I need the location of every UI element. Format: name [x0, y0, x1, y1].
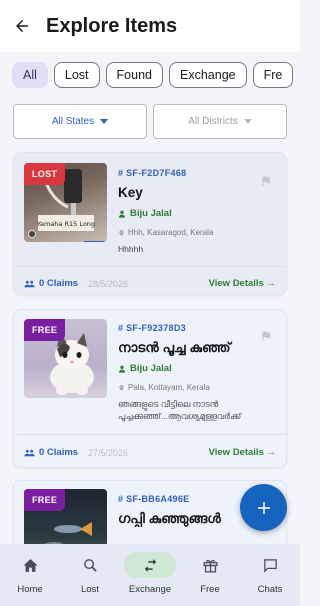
owner[interactable]: Biju Jalal [118, 208, 172, 219]
item-id: # SF-F92378D3 [118, 323, 186, 333]
status-badge: FREE [24, 489, 66, 511]
owner-name: Biju Jalal [130, 363, 172, 374]
card-divider [14, 434, 286, 435]
view-details-link[interactable]: View Details → [209, 447, 276, 458]
nav-lost[interactable]: Lost [60, 552, 120, 595]
claims-label: 0 Claims [39, 447, 79, 458]
location-pin-icon [119, 229, 124, 236]
add-item-button[interactable] [240, 484, 287, 531]
item-card[interactable]: FREE # SF-F92378D3 നാടൻ പൂച്ച കുഞ്ഞ് Bij… [13, 309, 287, 468]
nav-chats[interactable]: Chats [240, 552, 300, 595]
people-icon [24, 280, 35, 287]
item-title: നാടൻ പൂച്ച കുഞ്ഞ് [118, 340, 231, 355]
bottom-navigation: Home Lost Exchange Free Chats [0, 544, 300, 606]
status-badge: LOST [24, 163, 66, 185]
nav-chats-label: Chats [257, 584, 283, 595]
card-divider [14, 266, 286, 267]
chip-all[interactable]: All [12, 62, 48, 88]
item-id: # SF-BB6A496E [118, 494, 190, 504]
claims-count: 0 Claims [24, 447, 78, 458]
nav-home[interactable]: Home [0, 552, 60, 595]
chip-found[interactable]: Found [105, 62, 163, 88]
chevron-down-icon [100, 119, 109, 124]
item-id: # SF-F2D7F468 [118, 168, 187, 178]
swap-icon [144, 558, 156, 572]
home-icon [22, 558, 38, 572]
people-icon [24, 449, 35, 456]
post-date: 27/5/2026 [88, 448, 129, 458]
location: Pala, Kottayam, Kerala [118, 383, 210, 392]
thumbnail-caption: Yamaha R15 Long [36, 220, 95, 228]
plus-icon [257, 501, 270, 514]
state-dropdown-label: All States [51, 116, 95, 127]
search-icon [83, 558, 97, 572]
app-bar: Explore Items [0, 0, 300, 52]
view-details-link[interactable]: View Details → [209, 278, 276, 289]
item-description: Hhhhh [118, 244, 144, 254]
location: Hhh, Kasaragod, Kerala [118, 228, 213, 237]
item-description: ഞങ്ങളുടെ വീട്ടിലെ നാടൻ പൂച്ചക്കുഞ്ഞ്...ആ… [118, 399, 242, 421]
owner[interactable]: Biju Jalal [118, 363, 172, 374]
item-title: Key [118, 185, 143, 200]
flag-icon[interactable] [260, 175, 272, 187]
item-thumbnail: Yamaha R15 Long LOST [24, 163, 107, 242]
nav-exchange[interactable]: Exchange [120, 552, 180, 595]
nav-free-label: Free [200, 584, 220, 595]
chip-exchange[interactable]: Exchange [169, 62, 247, 88]
location-pin-icon [119, 384, 124, 391]
status-badge: FREE [24, 319, 66, 341]
owner-name: Biju Jalal [130, 208, 172, 219]
flag-icon[interactable] [260, 330, 272, 342]
state-dropdown[interactable]: All States [13, 104, 147, 139]
item-thumbnail: FREE [24, 489, 107, 544]
item-thumbnail: FREE [24, 319, 107, 398]
nav-exchange-label: Exchange [128, 584, 172, 595]
location-text: Hhh, Kasaragod, Kerala [128, 228, 214, 237]
district-dropdown-label: All Districts [188, 116, 238, 127]
post-date: 28/5/2026 [88, 279, 129, 289]
arrow-left-icon [16, 20, 28, 32]
claims-count: 0 Claims [24, 278, 78, 289]
chip-lost[interactable]: Lost [53, 62, 100, 88]
category-filter-chips: All Lost Found Exchange Fre [12, 62, 300, 90]
nav-home-label: Home [17, 584, 43, 595]
page-title: Explore Items [46, 14, 178, 37]
person-icon [119, 365, 125, 373]
district-dropdown[interactable]: All Districts [153, 104, 287, 139]
claims-label: 0 Claims [39, 278, 79, 289]
chat-icon [263, 558, 277, 573]
chip-free[interactable]: Fre [252, 62, 294, 88]
location-text: Pala, Kottayam, Kerala [128, 383, 210, 392]
nav-lost-label: Lost [81, 584, 99, 595]
item-card[interactable]: Yamaha R15 Long LOST # SF-F2D7F468 Key B… [13, 152, 287, 295]
chevron-down-icon [243, 119, 252, 124]
back-button[interactable] [0, 0, 44, 52]
nav-free[interactable]: Free [180, 552, 240, 595]
gift-icon [202, 559, 218, 573]
person-icon [119, 210, 125, 218]
